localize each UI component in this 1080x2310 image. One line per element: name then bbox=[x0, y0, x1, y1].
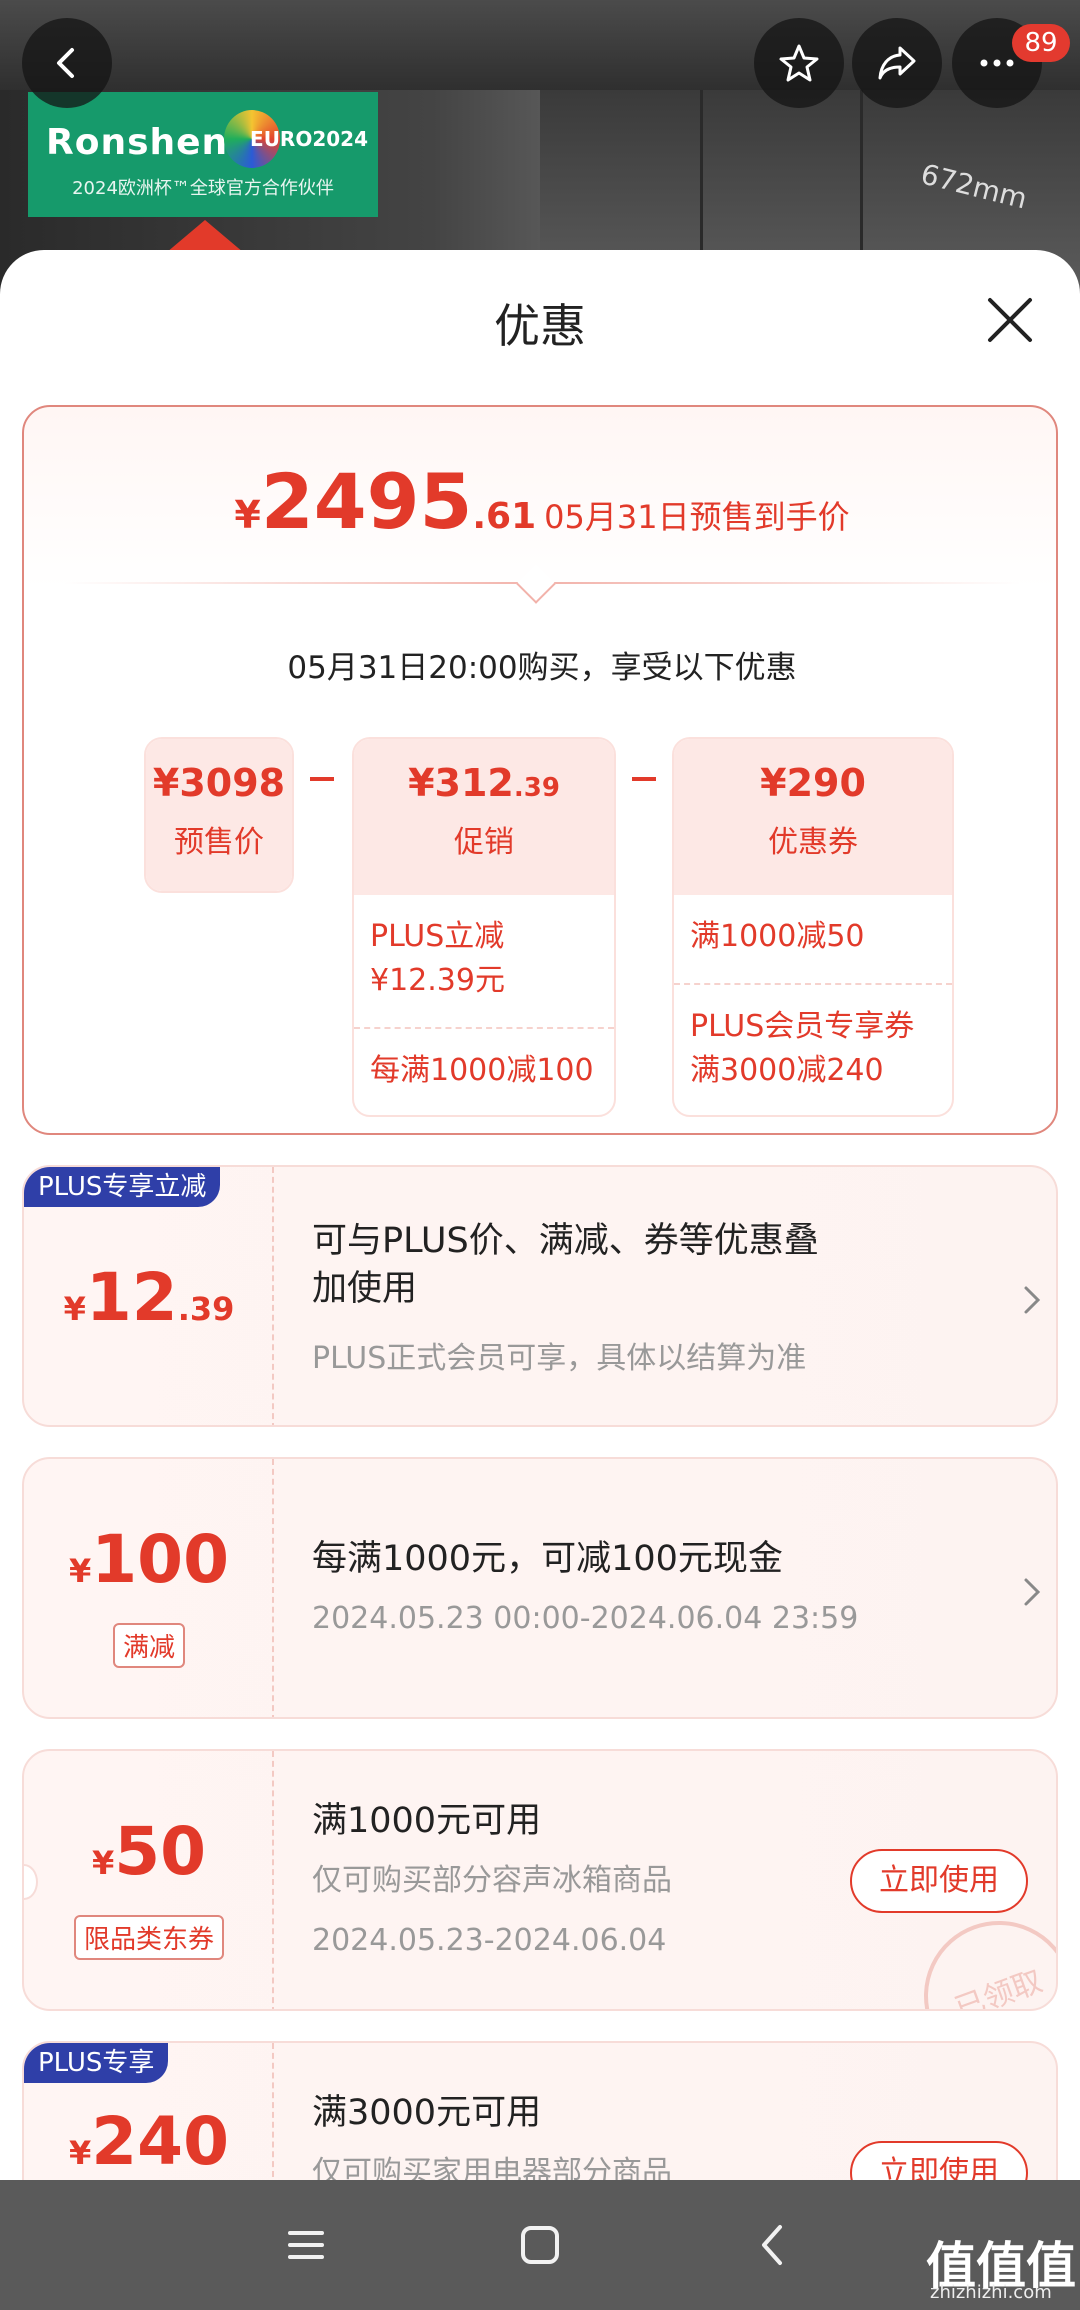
component-head: ¥3098 预售价 bbox=[146, 739, 292, 891]
component-head: ¥290 优惠券 bbox=[674, 739, 952, 895]
component-label: 预售价 bbox=[174, 825, 264, 860]
recent-apps-button[interactable] bbox=[276, 2215, 336, 2275]
component-detail: 满1000减50 bbox=[690, 919, 865, 954]
minus-sign bbox=[632, 777, 656, 781]
sheet-title: 优惠 bbox=[494, 299, 586, 353]
promo-amount: ¥240 bbox=[68, 2103, 230, 2180]
component-coupon: ¥290 优惠券 满1000减50 PLUS会员专享券 满3000减240 bbox=[672, 737, 954, 1117]
discount-sheet: 优惠 ¥2495.61 05月31日预售到手价 05月31日20:00购买，享受以… bbox=[0, 250, 1080, 2180]
promo-subtitle: 2024.05.23 00:00-2024.06.04 23:59 bbox=[312, 1601, 859, 1636]
promo-title: 每满1000元，可减100元现金 bbox=[312, 1539, 783, 1579]
promo-title: 满1000元可用 bbox=[312, 1801, 542, 1841]
price-decimal: .61 bbox=[472, 496, 537, 537]
close-icon bbox=[988, 298, 1032, 342]
price-label: 05月31日预售到手价 bbox=[544, 498, 850, 536]
nav-back-button[interactable] bbox=[744, 2215, 804, 2275]
favorite-button[interactable] bbox=[754, 18, 844, 108]
component-detail: 每满1000减100 bbox=[354, 1027, 614, 1113]
final-price: ¥2495.61 05月31日预售到手价 bbox=[24, 457, 1060, 546]
component-detail: PLUS会员专享券 满3000减240 bbox=[674, 983, 952, 1113]
buy-note: 05月31日20:00购买，享受以下优惠 bbox=[287, 650, 797, 686]
star-icon bbox=[779, 44, 819, 82]
promo-subtitle: 仅可购买家用电器部分商品 bbox=[312, 2155, 672, 2180]
use-now-button[interactable]: 立即使用 bbox=[850, 2141, 1028, 2180]
component-label: 促销 bbox=[454, 825, 514, 860]
minus-sign bbox=[310, 777, 334, 781]
close-button[interactable] bbox=[980, 290, 1040, 350]
menu-lines-icon bbox=[288, 2231, 324, 2259]
component-value: ¥290 bbox=[760, 761, 866, 805]
use-now-button[interactable]: 立即使用 bbox=[850, 1849, 1028, 1913]
promo-amount: ¥50 bbox=[91, 1813, 207, 1890]
promo-chip: 限品类东券 bbox=[24, 1915, 274, 1960]
price-currency: ¥ bbox=[234, 493, 261, 537]
component-value: ¥312.39 bbox=[408, 761, 560, 805]
promo-card-full-reduction[interactable]: ¥100 满减 每满1000元，可减100元现金 2024.05.23 00:0… bbox=[22, 1457, 1058, 1719]
share-button[interactable] bbox=[852, 18, 942, 108]
back-button[interactable] bbox=[22, 18, 112, 108]
back-arrow-icon bbox=[57, 48, 74, 78]
component-value: ¥3098 bbox=[152, 761, 286, 805]
promo-amount: ¥12.39 bbox=[63, 1259, 235, 1336]
message-badge: 89 bbox=[1012, 24, 1070, 62]
plus-tag: PLUS专享 bbox=[24, 2043, 169, 2083]
promo-amount-area: ¥50 限品类东券 bbox=[24, 1751, 274, 2009]
watermark-url: zhizhizhi.com bbox=[930, 2282, 1052, 2303]
home-button[interactable] bbox=[510, 2215, 570, 2275]
component-label: 优惠券 bbox=[768, 825, 858, 860]
promo-subtitle: PLUS正式会员可享，具体以结算为准 bbox=[312, 1341, 807, 1376]
brand-banner: Ronshen EURO2024 2024欧洲杯™全球官方合作伙伴 bbox=[28, 92, 378, 217]
promo-amount-area: ¥100 满减 bbox=[24, 1459, 274, 1717]
chevron-right-icon[interactable] bbox=[1018, 1574, 1046, 1610]
brand-name: Ronshen bbox=[46, 122, 229, 163]
price-integer: 2495 bbox=[260, 457, 473, 546]
component-head: ¥312.39 促销 bbox=[354, 739, 614, 895]
brand-sub: 2024欧洲杯™全球官方合作伙伴 bbox=[72, 178, 334, 199]
promo-title: 可与PLUS价、满减、券等优惠叠 加使用 bbox=[312, 1221, 819, 1309]
promo-title: 满3000元可用 bbox=[312, 2093, 542, 2133]
system-nav-bar bbox=[0, 2180, 1080, 2310]
divider-notch bbox=[516, 564, 556, 604]
promo-card-plus-discount[interactable]: ¥12.39 PLUS专享立减 可与PLUS价、满减、券等优惠叠 加使用 PLU… bbox=[22, 1165, 1058, 1427]
component-presale: ¥3098 预售价 bbox=[144, 737, 294, 893]
promo-subtitle: 仅可购买部分容声冰箱商品 bbox=[312, 1863, 672, 1898]
brand-event: EURO2024 bbox=[250, 127, 368, 151]
promo-chip: 满减 bbox=[24, 1623, 274, 1668]
component-promotion: ¥312.39 促销 PLUS立减 ¥12.39元 每满1000减100 bbox=[352, 737, 616, 1117]
promo-date: 2024.05.23-2024.06.04 bbox=[312, 1923, 667, 1958]
promo-amount: ¥100 bbox=[68, 1521, 230, 1598]
claimed-stamp: 已领取 bbox=[902, 1899, 1056, 2009]
component-detail: PLUS立减 ¥12.39元 bbox=[370, 919, 505, 998]
promo-card-coupon-240: ¥240 PLUS专享 满3000元可用 仅可购买家用电器部分商品 立即使用 bbox=[22, 2041, 1058, 2180]
plus-tag: PLUS专享立减 bbox=[24, 1167, 221, 1207]
price-summary-card: ¥2495.61 05月31日预售到手价 05月31日20:00购买，享受以下优惠… bbox=[22, 405, 1058, 1135]
chevron-right-icon[interactable] bbox=[1018, 1282, 1046, 1318]
promo-card-coupon-50: ¥50 限品类东券 满1000元可用 仅可购买部分容声冰箱商品 2024.05.… bbox=[22, 1749, 1058, 2011]
home-square-icon bbox=[521, 2226, 559, 2264]
share-icon bbox=[878, 46, 916, 80]
back-chevron-icon bbox=[762, 2225, 782, 2265]
